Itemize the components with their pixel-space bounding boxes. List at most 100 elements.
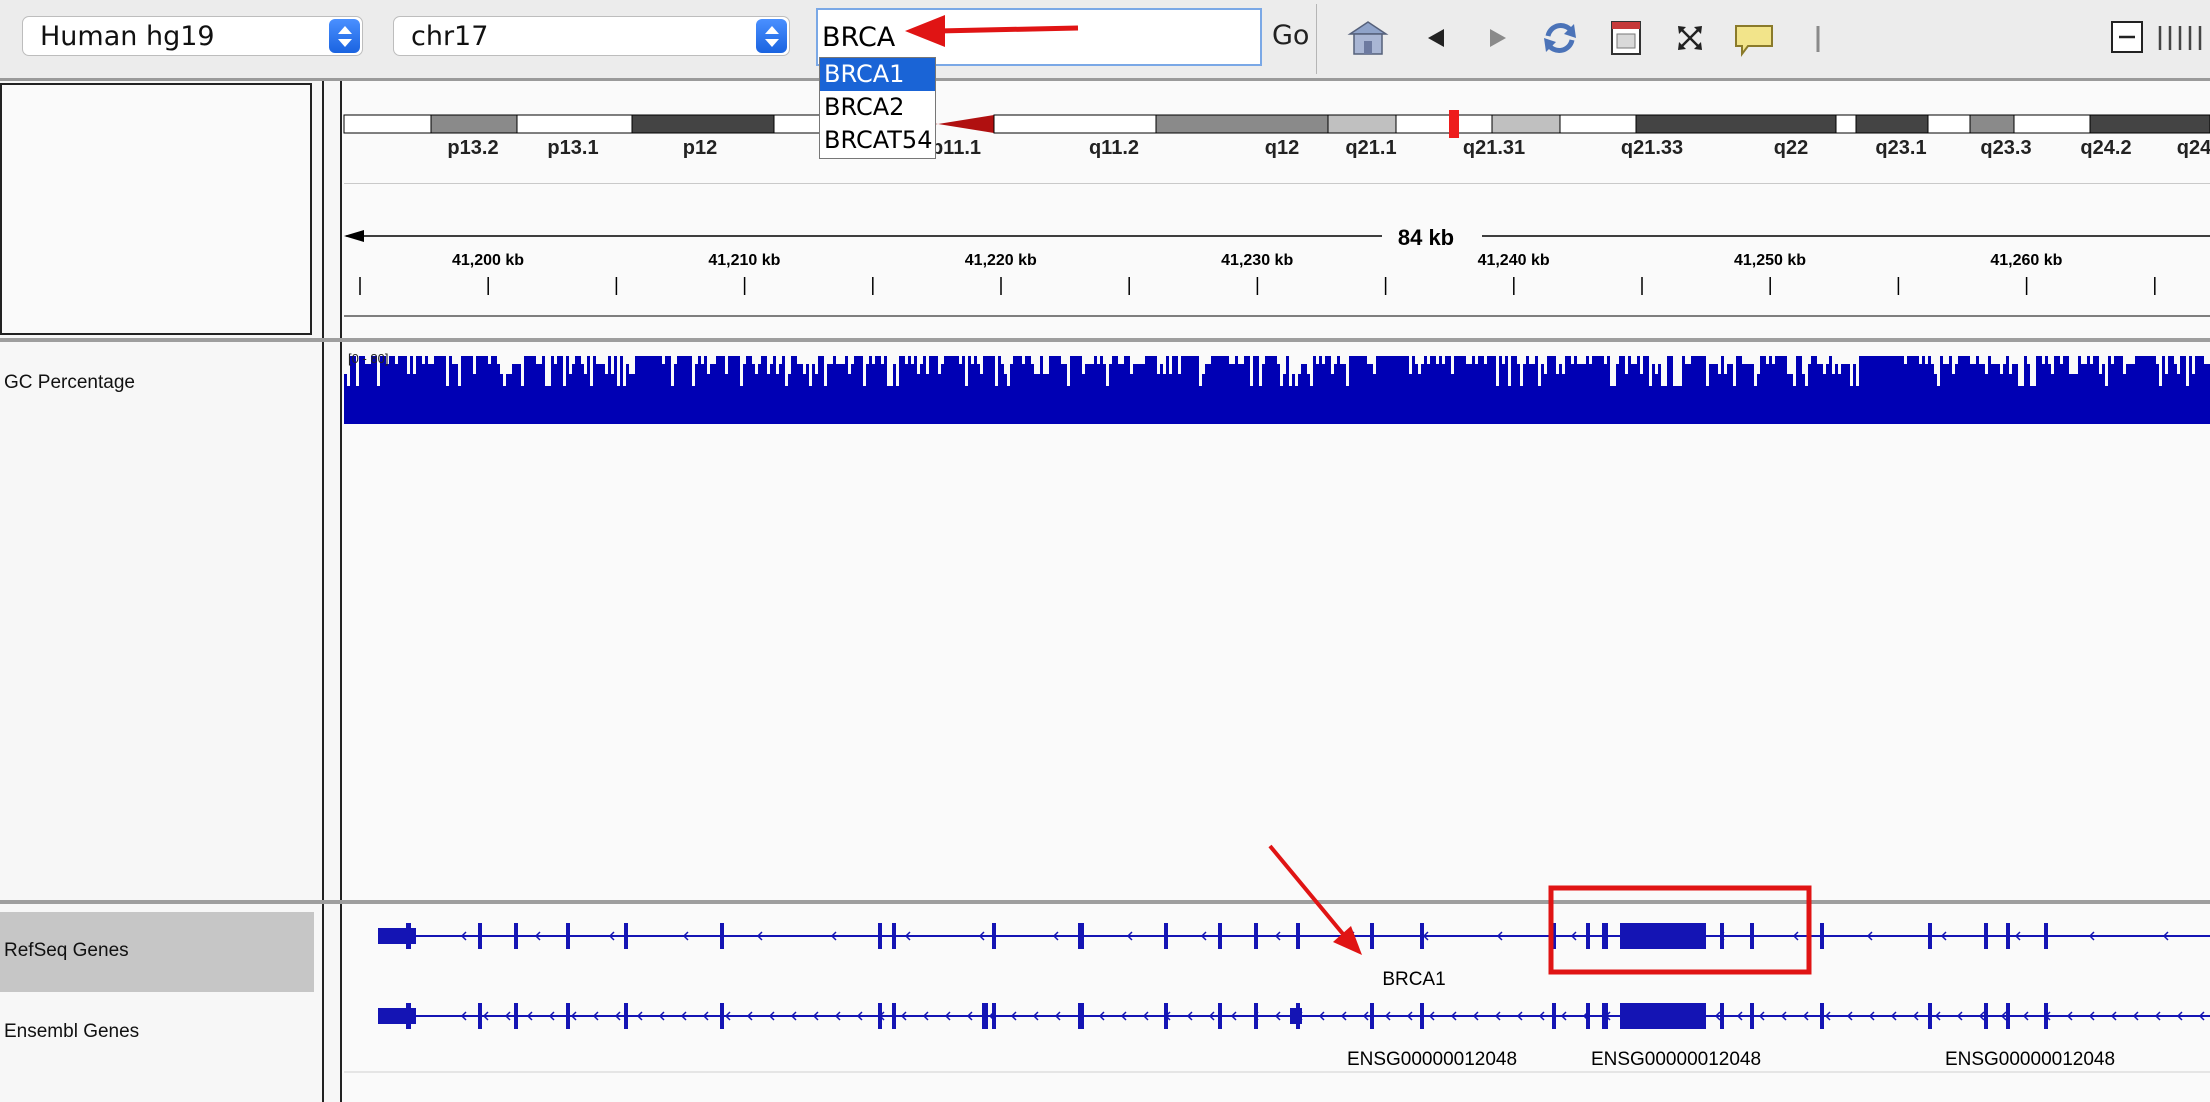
feature-name-panel: RefSeq Genes Ensembl Genes <box>0 904 328 1102</box>
genome-select-stepper-icon[interactable] <box>329 19 360 53</box>
home-icon[interactable] <box>1346 16 1390 60</box>
ideogram-band-label: q11.2 <box>1089 137 1139 159</box>
gene-exon <box>2044 923 2048 949</box>
gene-exon <box>2044 1003 2048 1029</box>
region-of-interest-icon[interactable] <box>1604 16 1648 60</box>
gene-exon <box>1820 1003 1824 1029</box>
gene-exon <box>1602 1003 1608 1029</box>
gene-exon <box>478 923 482 949</box>
gene-exon <box>1602 923 1608 949</box>
gene-exon <box>992 923 996 949</box>
gene-exon <box>1290 1008 1302 1024</box>
gene-exon <box>1218 1003 1222 1029</box>
ideogram-band-label: q24.2 <box>2080 137 2131 159</box>
zoom-out-icon[interactable] <box>2108 16 2152 60</box>
track-name-ensembl-genes[interactable]: Ensembl Genes <box>4 1021 139 1043</box>
gene-exon <box>624 1003 628 1029</box>
ideogram-band-label: p13.2 <box>447 137 498 159</box>
gene-exon <box>892 1003 896 1029</box>
ruler-tick-label: 41,200 kb <box>452 252 524 269</box>
header-name-box <box>0 83 312 335</box>
gene-exon <box>1586 923 1590 949</box>
gene-exon <box>1218 923 1222 949</box>
ideogram-band-label: q22 <box>1774 137 1808 159</box>
chromosome-select[interactable]: chr17 <box>393 16 790 56</box>
gene-exon <box>1370 1003 1374 1029</box>
gene-tracks[interactable]: BRCA1 ENSG00000012048 ENSG00000012048 EN… <box>342 904 2210 1102</box>
gene-exon <box>514 923 518 949</box>
gene-exon <box>1586 1003 1590 1029</box>
current-region-marker <box>1449 110 1459 138</box>
ensembl-gene-label-3: ENSG00000012048 <box>1945 1049 2115 1070</box>
gene-exon <box>1420 923 1424 949</box>
gene-exon <box>1254 923 1258 949</box>
gene-exon <box>1820 923 1824 949</box>
gene-exon <box>406 923 411 949</box>
gc-bars <box>344 356 2210 424</box>
gene-exon <box>984 1003 988 1029</box>
go-button[interactable]: Go <box>1272 20 1309 51</box>
popup-info-icon[interactable] <box>1732 16 1776 60</box>
gc-percentage-track[interactable]: [0 - 80] <box>342 342 2210 442</box>
ruler-tick-label: 41,250 kb <box>1734 252 1806 269</box>
genome-select-value: Human hg19 <box>40 21 215 52</box>
track-name-refseq-genes[interactable]: RefSeq Genes <box>4 940 129 962</box>
toolbar-divider <box>1316 4 1317 74</box>
ideogram-band-label: p12 <box>683 137 717 159</box>
gene-exon <box>1078 1003 1084 1029</box>
gene-exon <box>2006 1003 2010 1029</box>
forward-icon[interactable] <box>1476 16 1520 60</box>
panel-divider[interactable] <box>322 904 324 1102</box>
gene-exon <box>720 1003 724 1029</box>
gene-exon <box>1720 1003 1724 1029</box>
gene-exon <box>1254 1003 1258 1029</box>
gene-exon <box>1624 1003 1628 1029</box>
autocomplete-option-brca2[interactable]: BRCA2 <box>820 91 935 124</box>
gene-exon <box>1420 1003 1424 1029</box>
track-name-gc-percentage[interactable]: GC Percentage <box>4 372 135 394</box>
gene-exon <box>1928 923 1932 949</box>
autocomplete-option-brcat54[interactable]: BRCAT54 <box>820 124 935 157</box>
gene-exon <box>1928 1003 1932 1029</box>
panel-divider[interactable] <box>322 81 324 338</box>
ruler-toggle-icon[interactable] <box>1796 16 1840 60</box>
ideogram-band-labels: p13.2 p13.1 p12 p11.1 q11.2 q12 q21.1 q21.31 q21… <box>447 137 2210 159</box>
gene-exon <box>1164 1003 1168 1029</box>
ensembl-gene-track[interactable] <box>378 1003 2210 1029</box>
genome-select[interactable]: Human hg19 <box>22 16 363 56</box>
ruler-span-label: 84 kb <box>1398 225 1454 250</box>
gene-exon <box>892 923 896 949</box>
ruler-ticks: 41,200 kb 41,210 kb 41,220 kb 41,230 kb 41,2… <box>359 252 2156 295</box>
gene-exon <box>2006 923 2010 949</box>
gene-exon <box>406 1003 411 1029</box>
ideogram-band-label: q12 <box>1265 137 1299 159</box>
refresh-icon[interactable] <box>1538 16 1582 60</box>
locus-autocomplete-list: BRCA1 BRCA2 BRCAT54 <box>819 57 936 159</box>
toolbar: Human hg19 chr17 Go <box>0 0 2210 81</box>
gene-exon <box>624 923 628 949</box>
fit-to-window-icon[interactable] <box>1668 16 1712 60</box>
zoom-level-icon[interactable] <box>2156 16 2210 60</box>
ideogram-band-label: q21.33 <box>1621 137 1683 159</box>
ensembl-gene-label-1: ENSG00000012048 <box>1347 1049 1517 1070</box>
autocomplete-option-brca1[interactable]: BRCA1 <box>820 58 935 91</box>
data-name-panel: GC Percentage <box>0 342 328 900</box>
chromosome-ideogram[interactable]: p13.2 p13.1 p12 p11.1 q11.2 q12 q21.1 q21.31 q21… <box>342 81 2210 171</box>
gene-exon <box>514 1003 518 1029</box>
gene-exon <box>566 923 570 949</box>
genomic-ruler[interactable]: 84 kb 41,200 kb 41,210 kb 41,220 kb 41,230 … <box>342 185 2210 335</box>
gene-exon <box>1984 1003 1988 1029</box>
refseq-gene-track[interactable] <box>378 923 2210 949</box>
ruler-tick-label: 41,240 kb <box>1478 252 1550 269</box>
panel-divider[interactable] <box>322 342 324 900</box>
ideogram-bands-layer <box>343 114 2210 134</box>
gene-exon <box>566 1003 570 1029</box>
chromosome-select-stepper-icon[interactable] <box>756 19 787 53</box>
data-track-panel: [0 - 80] <box>342 342 2210 900</box>
back-icon[interactable] <box>1414 16 1458 60</box>
gene-exon <box>1296 923 1300 949</box>
ideogram-band-label: q21.1 <box>1345 137 1396 159</box>
gene-exon <box>878 1003 882 1029</box>
ideogram-band-label: q24 <box>2177 137 2210 159</box>
gene-exon <box>1164 923 1168 949</box>
